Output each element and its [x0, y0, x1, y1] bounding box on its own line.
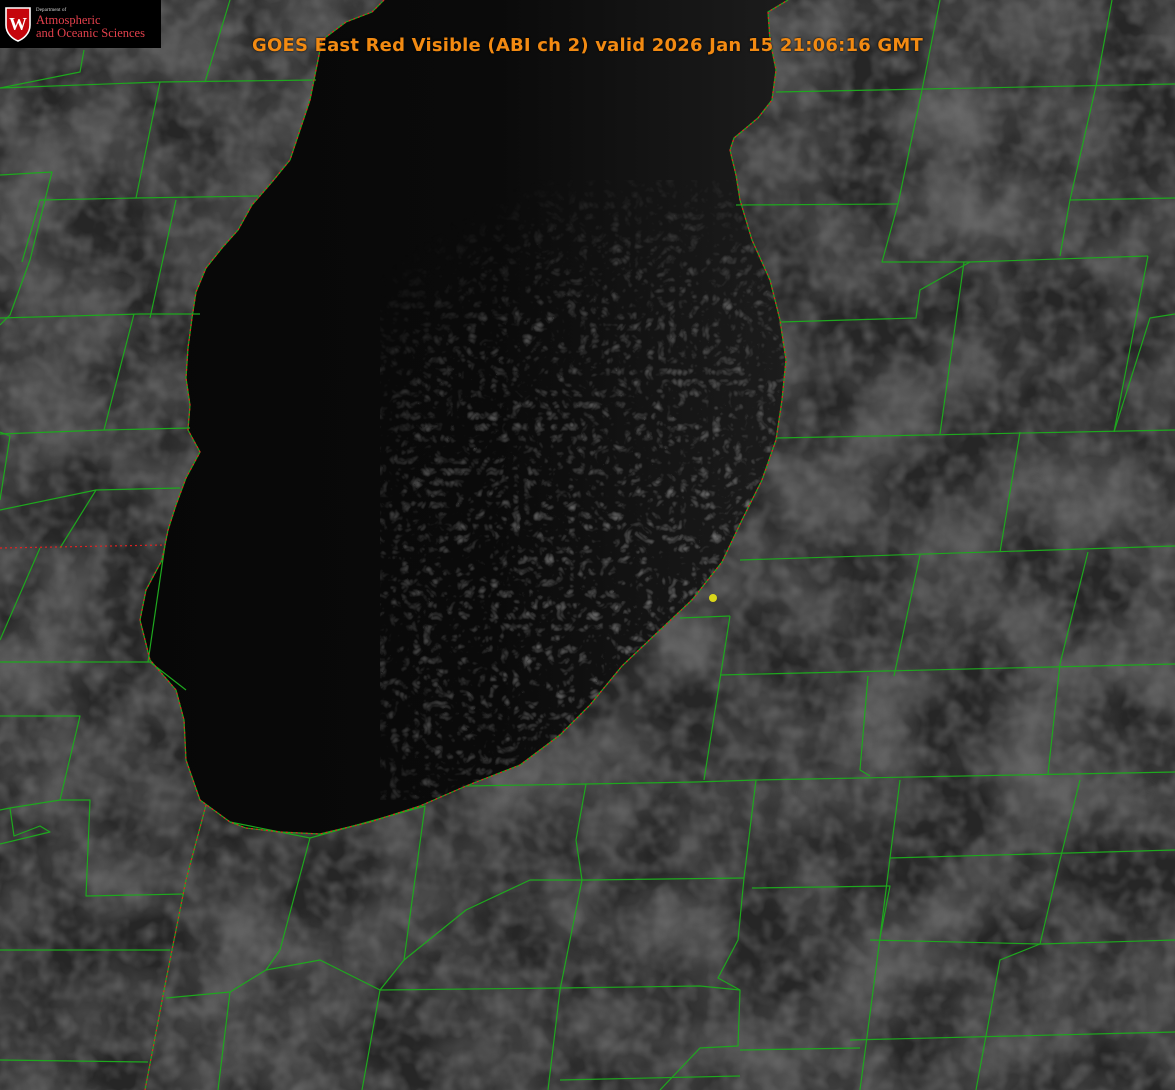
location-marker — [709, 594, 717, 602]
department-logo: W Department of Atmospheric and Oceanic … — [0, 0, 161, 48]
satellite-map — [0, 0, 1175, 1090]
logo-line-1: Atmospheric — [36, 12, 101, 27]
map-title: GOES East Red Visible (ABI ch 2) valid 2… — [251, 35, 923, 56]
university-crest-icon: W — [5, 7, 31, 42]
crest-letter: W — [9, 14, 27, 34]
logo-line-2: and Oceanic Sciences — [36, 25, 145, 40]
